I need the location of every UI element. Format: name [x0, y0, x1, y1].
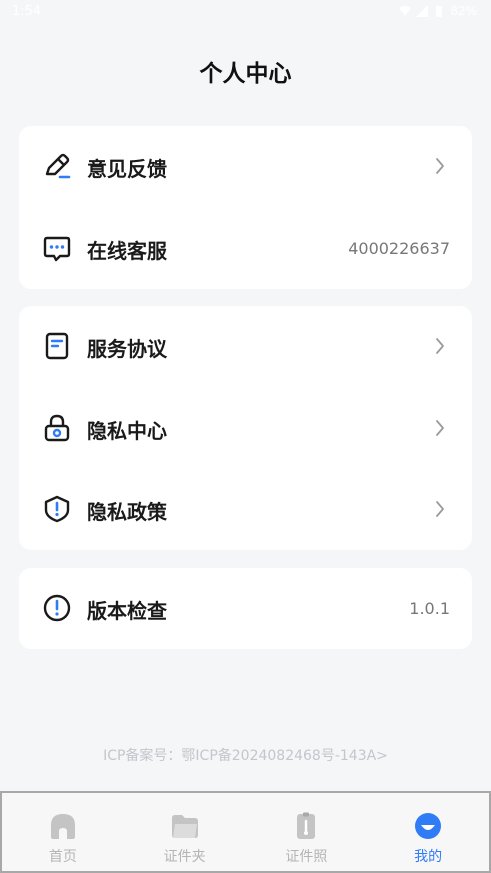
- service-phone-number[interactable]: 4000226637: [348, 239, 450, 258]
- tab-label: 证件照: [285, 849, 328, 865]
- shield-alert-icon: [44, 495, 70, 523]
- status-time: 1:54: [12, 4, 42, 19]
- tab-profile[interactable]: 我的: [367, 793, 489, 871]
- chat-bubble-icon: [43, 236, 71, 262]
- info-alert-icon: [43, 594, 71, 622]
- row-label: 在线客服: [87, 239, 167, 263]
- chevron-right-icon: [436, 338, 444, 354]
- row-label: 服务协议: [87, 337, 167, 361]
- row-feedback[interactable]: 意见反馈: [19, 126, 472, 207]
- profile-smile-icon: [415, 813, 442, 839]
- settings-group-version: 版本检查 1.0.1: [19, 568, 472, 649]
- settings-group-legal: 服务协议 隐私中心 隐私政策: [19, 306, 472, 550]
- edit-pen-icon: [45, 153, 71, 179]
- row-service-agreement[interactable]: 服务协议: [19, 306, 472, 387]
- wifi-icon: [399, 6, 412, 16]
- row-privacy-policy[interactable]: 隐私政策: [19, 469, 472, 550]
- chevron-right-icon: [436, 158, 444, 174]
- tab-label: 我的: [414, 849, 443, 865]
- icp-record-link[interactable]: ICP备案号：鄂ICP备2024082468号-143A>: [0, 745, 491, 765]
- tab-home[interactable]: 首页: [2, 793, 124, 871]
- row-online-service[interactable]: 在线客服 4000226637: [19, 208, 472, 289]
- page-title: 个人中心: [199, 61, 292, 87]
- row-label: 隐私政策: [87, 500, 167, 524]
- row-label: 隐私中心: [87, 419, 167, 443]
- battery-level: 82%: [450, 4, 477, 18]
- home-icon: [50, 814, 75, 839]
- folder-icon: [171, 815, 198, 838]
- id-photo-icon: [297, 812, 316, 839]
- lock-icon: [44, 414, 70, 442]
- status-bar: 1:54 82%: [0, 0, 491, 26]
- row-privacy-center[interactable]: 隐私中心: [19, 388, 472, 469]
- document-icon: [45, 332, 69, 360]
- version-number: 1.0.1: [409, 599, 450, 618]
- settings-group-feedback: 意见反馈 在线客服 4000226637: [19, 126, 472, 289]
- row-version-check[interactable]: 版本检查 1.0.1: [19, 568, 472, 649]
- bottom-tab-bar: 首页 证件夹 证件照 我的: [0, 791, 491, 873]
- tab-id-photo[interactable]: 证件照: [246, 793, 368, 871]
- chevron-right-icon: [436, 420, 444, 436]
- row-label: 版本检查: [87, 599, 167, 623]
- tab-label: 首页: [48, 849, 77, 865]
- tab-label: 证件夹: [163, 849, 206, 865]
- status-indicators: 82%: [399, 4, 477, 18]
- row-label: 意见反馈: [87, 157, 167, 181]
- tab-folder[interactable]: 证件夹: [124, 793, 246, 871]
- signal-icon: [416, 5, 429, 17]
- battery-icon: [436, 6, 443, 17]
- chevron-right-icon: [436, 501, 444, 517]
